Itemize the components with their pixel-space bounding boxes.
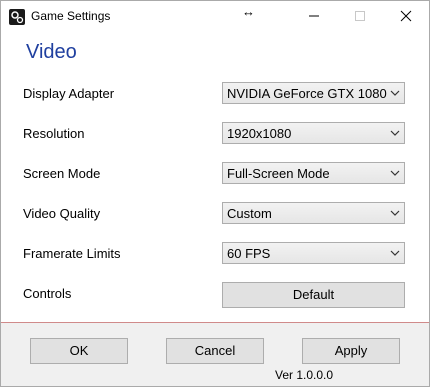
maximize-icon <box>355 11 365 21</box>
screen-mode-value: Full-Screen Mode <box>227 166 330 181</box>
controls-label: Controls <box>23 286 72 301</box>
resolution-select[interactable]: 1920x1080 <box>222 122 405 144</box>
resolution-value: 1920x1080 <box>227 126 292 141</box>
ok-button[interactable]: OK <box>30 338 128 364</box>
screen-mode-select[interactable]: Full-Screen Mode <box>222 162 405 184</box>
framerate-limits-label: Framerate Limits <box>23 246 121 261</box>
title-bar[interactable]: Game Settings ↔ <box>1 1 429 32</box>
display-adapter-value: NVIDIA GeForce GTX 1080 <box>227 86 387 101</box>
window-title: Game Settings <box>31 9 111 23</box>
display-adapter-select[interactable]: NVIDIA GeForce GTX 1080 <box>222 82 405 104</box>
close-icon <box>400 10 412 22</box>
chevron-down-icon <box>390 250 400 256</box>
resize-cursor-icon: ↔ <box>242 4 255 19</box>
display-adapter-label: Display Adapter <box>23 86 115 101</box>
chevron-down-icon <box>390 130 400 136</box>
chevron-down-icon <box>390 210 400 216</box>
section-title: Video <box>26 41 77 63</box>
maximize-button[interactable] <box>337 1 383 32</box>
framerate-limits-value: 60 FPS <box>227 246 271 261</box>
chevron-down-icon <box>390 170 400 176</box>
cancel-button[interactable]: Cancel <box>166 338 264 364</box>
default-button[interactable]: Default <box>222 282 405 308</box>
gear-icon <box>9 9 25 25</box>
resolution-label: Resolution <box>23 126 85 141</box>
minimize-button[interactable] <box>291 1 337 32</box>
game-settings-window: Game Settings ↔ Video Display Adapter NV… <box>0 0 430 387</box>
close-button[interactable] <box>383 1 429 32</box>
video-quality-select[interactable]: Custom <box>222 202 405 224</box>
apply-button[interactable]: Apply <box>302 338 400 364</box>
minimize-icon <box>309 15 319 17</box>
chevron-down-icon <box>390 90 400 96</box>
video-quality-label: Video Quality <box>23 206 101 221</box>
version-label: Ver 1.0.0.0 <box>275 368 334 382</box>
screen-mode-label: Screen Mode <box>23 166 101 181</box>
framerate-limits-select[interactable]: 60 FPS <box>222 242 405 264</box>
video-quality-value: Custom <box>227 206 272 221</box>
